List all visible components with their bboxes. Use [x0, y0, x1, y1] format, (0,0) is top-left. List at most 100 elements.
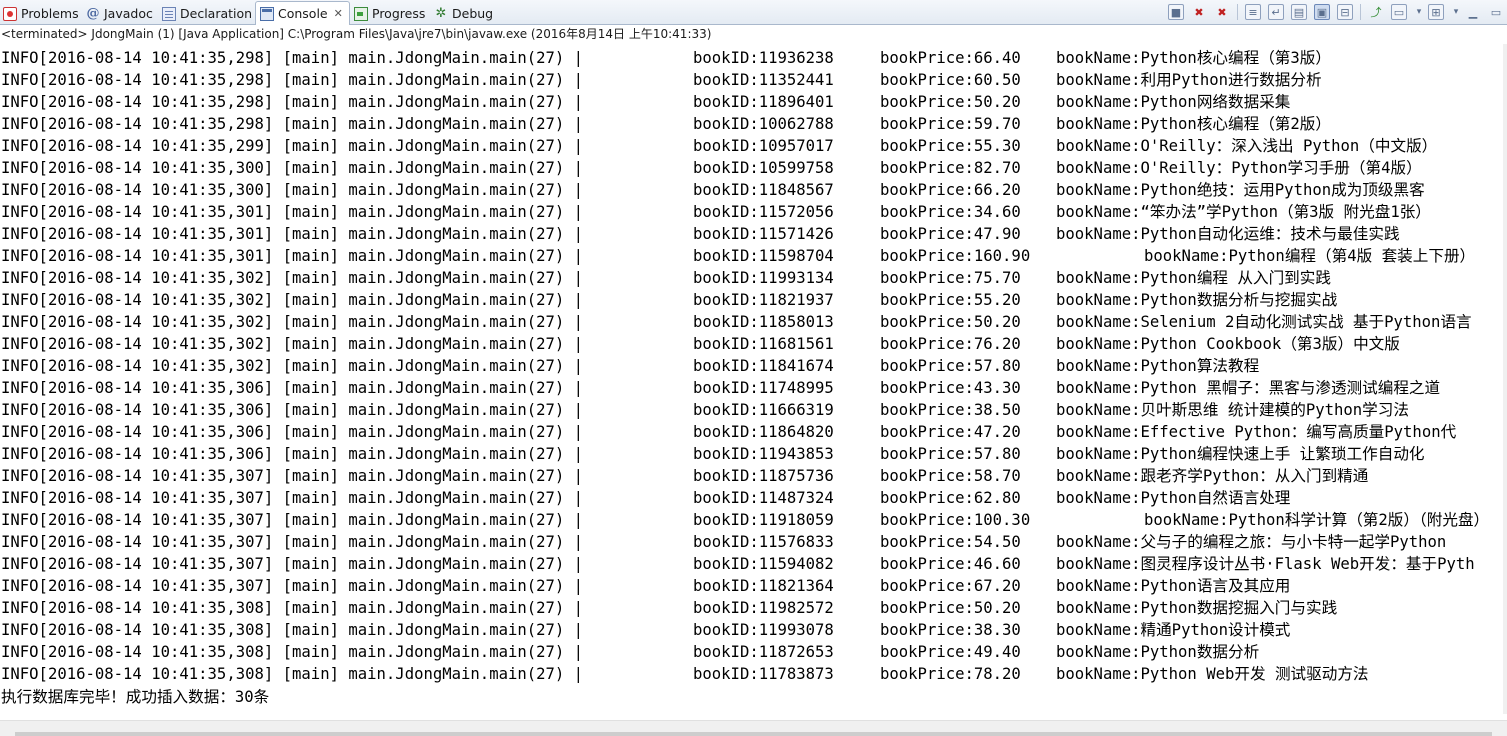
tab-problems[interactable]: Problems — [3, 2, 79, 25]
log-prefix: INFO[2016-08-14 10:41:35,306] [main] mai… — [1, 445, 584, 463]
log-prefix: INFO[2016-08-14 10:41:35,307] [main] mai… — [1, 577, 584, 595]
book-name: bookName:精通Python设计模式 — [1056, 621, 1291, 639]
book-name: bookName:贝叶斯思维 统计建模的Python学习法 — [1056, 401, 1409, 419]
book-price: bookPrice:46.60 — [880, 555, 1021, 573]
console-output[interactable]: INFO[2016-08-14 10:41:35,298] [main] mai… — [0, 47, 1503, 707]
log-prefix: INFO[2016-08-14 10:41:35,307] [main] mai… — [1, 489, 584, 507]
log-prefix: INFO[2016-08-14 10:41:35,306] [main] mai… — [1, 423, 584, 441]
book-price: bookPrice:50.20 — [880, 93, 1021, 111]
log-line: INFO[2016-08-14 10:41:35,307] [main] mai… — [1, 509, 1489, 531]
word-wrap-icon[interactable]: ↵ — [1268, 4, 1284, 20]
book-id: bookID:11572056 — [693, 203, 834, 221]
scroll-lock-icon[interactable]: ≡ — [1245, 4, 1261, 20]
book-name: bookName:父与子的编程之旅：与小卡特一起学Python — [1056, 533, 1447, 551]
show-on-stdout-icon[interactable]: ▤ — [1291, 4, 1307, 20]
vertical-scrollbar[interactable] — [1503, 44, 1507, 714]
toolbar-separator — [1237, 4, 1238, 20]
tab-label: Javadoc — [104, 6, 153, 21]
close-tab-icon[interactable]: ✕ — [334, 7, 343, 20]
book-id: bookID:11864820 — [693, 423, 834, 441]
view-tab-bar: Problems @ Javadoc Declaration Console ✕… — [0, 0, 1507, 25]
remove-all-terminated-icon[interactable]: ✖ — [1214, 4, 1230, 20]
tab-label: Debug — [452, 6, 494, 21]
display-selected-console-icon[interactable]: ⤴ — [1368, 4, 1384, 20]
log-line: INFO[2016-08-14 10:41:35,302] [main] mai… — [1, 311, 1472, 333]
process-status-line: <terminated> JdongMain (1) [Java Applica… — [1, 27, 712, 41]
scrollbar-thumb[interactable] — [15, 732, 1492, 736]
log-line: INFO[2016-08-14 10:41:35,300] [main] mai… — [1, 179, 1425, 201]
log-prefix: INFO[2016-08-14 10:41:35,302] [main] mai… — [1, 357, 584, 375]
log-line: INFO[2016-08-14 10:41:35,307] [main] mai… — [1, 575, 1290, 597]
log-prefix: INFO[2016-08-14 10:41:35,298] [main] mai… — [1, 93, 584, 111]
book-price: bookPrice:57.80 — [880, 445, 1021, 463]
book-name: bookName:Python自动化运维：技术与最佳实践 — [1056, 225, 1400, 243]
book-id: bookID:11943853 — [693, 445, 834, 463]
book-price: bookPrice:66.40 — [880, 49, 1021, 67]
book-price: bookPrice:76.20 — [880, 335, 1021, 353]
log-line: INFO[2016-08-14 10:41:35,306] [main] mai… — [1, 443, 1425, 465]
book-price: bookPrice:38.30 — [880, 621, 1021, 639]
book-id: bookID:11821937 — [693, 291, 834, 309]
log-prefix: INFO[2016-08-14 10:41:35,299] [main] mai… — [1, 137, 584, 155]
log-line: INFO[2016-08-14 10:41:35,298] [main] mai… — [1, 69, 1322, 91]
horizontal-scrollbar[interactable] — [0, 720, 1507, 736]
book-id: bookID:11993134 — [693, 269, 834, 287]
pin-console-icon[interactable]: ⊟ — [1337, 4, 1353, 20]
book-id: bookID:10062788 — [693, 115, 834, 133]
log-prefix: INFO[2016-08-14 10:41:35,308] [main] mai… — [1, 621, 584, 639]
log-prefix: INFO[2016-08-14 10:41:35,301] [main] mai… — [1, 203, 584, 221]
log-line: INFO[2016-08-14 10:41:35,302] [main] mai… — [1, 289, 1337, 311]
book-price: bookPrice:50.20 — [880, 313, 1021, 331]
open-console-icon[interactable]: ▭ — [1391, 4, 1407, 20]
tab-progress[interactable]: Progress — [354, 2, 425, 25]
log-line: INFO[2016-08-14 10:41:35,301] [main] mai… — [1, 245, 1475, 267]
log-line: INFO[2016-08-14 10:41:35,302] [main] mai… — [1, 355, 1259, 377]
log-line: INFO[2016-08-14 10:41:35,301] [main] mai… — [1, 223, 1400, 245]
remove-launch-icon[interactable]: ✖ — [1191, 4, 1207, 20]
tab-debug[interactable]: ✲ Debug — [434, 2, 494, 25]
terminate-icon[interactable]: ■ — [1168, 4, 1184, 20]
log-prefix: INFO[2016-08-14 10:41:35,302] [main] mai… — [1, 313, 584, 331]
tab-console[interactable]: Console ✕ — [255, 1, 350, 25]
book-id: bookID:11918059 — [693, 511, 834, 529]
log-line: INFO[2016-08-14 10:41:35,300] [main] mai… — [1, 157, 1422, 179]
log-prefix: INFO[2016-08-14 10:41:35,298] [main] mai… — [1, 71, 584, 89]
new-console-view-icon[interactable]: ⊞ — [1428, 4, 1444, 20]
console-icon — [260, 6, 274, 21]
book-id: bookID:11896401 — [693, 93, 834, 111]
book-name: bookName:Python编程（第4版 套装上下册） — [1144, 247, 1476, 265]
book-id: bookID:11594082 — [693, 555, 834, 573]
progress-icon — [354, 6, 368, 21]
log-prefix: INFO[2016-08-14 10:41:35,302] [main] mai… — [1, 269, 584, 287]
chevron-down-icon[interactable]: ▾ — [1414, 4, 1424, 20]
minimize-icon[interactable]: ▁ — [1465, 4, 1481, 20]
book-name: bookName:“笨办法”学Python（第3版 附光盘1张） — [1056, 203, 1431, 221]
tab-label: Declaration — [180, 6, 253, 21]
log-line: INFO[2016-08-14 10:41:35,308] [main] mai… — [1, 597, 1337, 619]
book-price: bookPrice:54.50 — [880, 533, 1021, 551]
chevron-down-icon[interactable]: ▾ — [1451, 4, 1461, 20]
log-line: INFO[2016-08-14 10:41:35,307] [main] mai… — [1, 487, 1290, 509]
book-id: bookID:11748995 — [693, 379, 834, 397]
book-id: bookID:11875736 — [693, 467, 834, 485]
book-id: bookID:10599758 — [693, 159, 834, 177]
tab-declaration[interactable]: Declaration — [162, 2, 252, 25]
show-on-stderr-icon[interactable]: ▣ — [1314, 4, 1330, 20]
maximize-icon[interactable]: ▭ — [1488, 4, 1504, 20]
book-name: bookName:Selenium 2自动化测试实战 基于Python语言 — [1056, 313, 1472, 331]
book-name: bookName:Python科学计算（第2版）（附光盘） — [1144, 511, 1490, 529]
book-name: bookName:Python编程快速上手 让繁琐工作自动化 — [1056, 445, 1425, 463]
declaration-icon — [162, 6, 176, 21]
book-name: bookName:Python网络数据采集 — [1056, 93, 1291, 111]
tab-javadoc[interactable]: @ Javadoc — [86, 2, 153, 25]
book-price: bookPrice:47.90 — [880, 225, 1021, 243]
book-price: bookPrice:57.80 — [880, 357, 1021, 375]
log-line: INFO[2016-08-14 10:41:35,306] [main] mai… — [1, 377, 1440, 399]
log-prefix: INFO[2016-08-14 10:41:35,307] [main] mai… — [1, 511, 584, 529]
book-name: bookName:Python核心编程（第3版） — [1056, 49, 1331, 67]
book-price: bookPrice:34.60 — [880, 203, 1021, 221]
toolbar-separator — [1360, 4, 1361, 20]
book-price: bookPrice:82.70 — [880, 159, 1021, 177]
book-price: bookPrice:78.20 — [880, 665, 1021, 683]
book-name: bookName:Python算法教程 — [1056, 357, 1260, 375]
